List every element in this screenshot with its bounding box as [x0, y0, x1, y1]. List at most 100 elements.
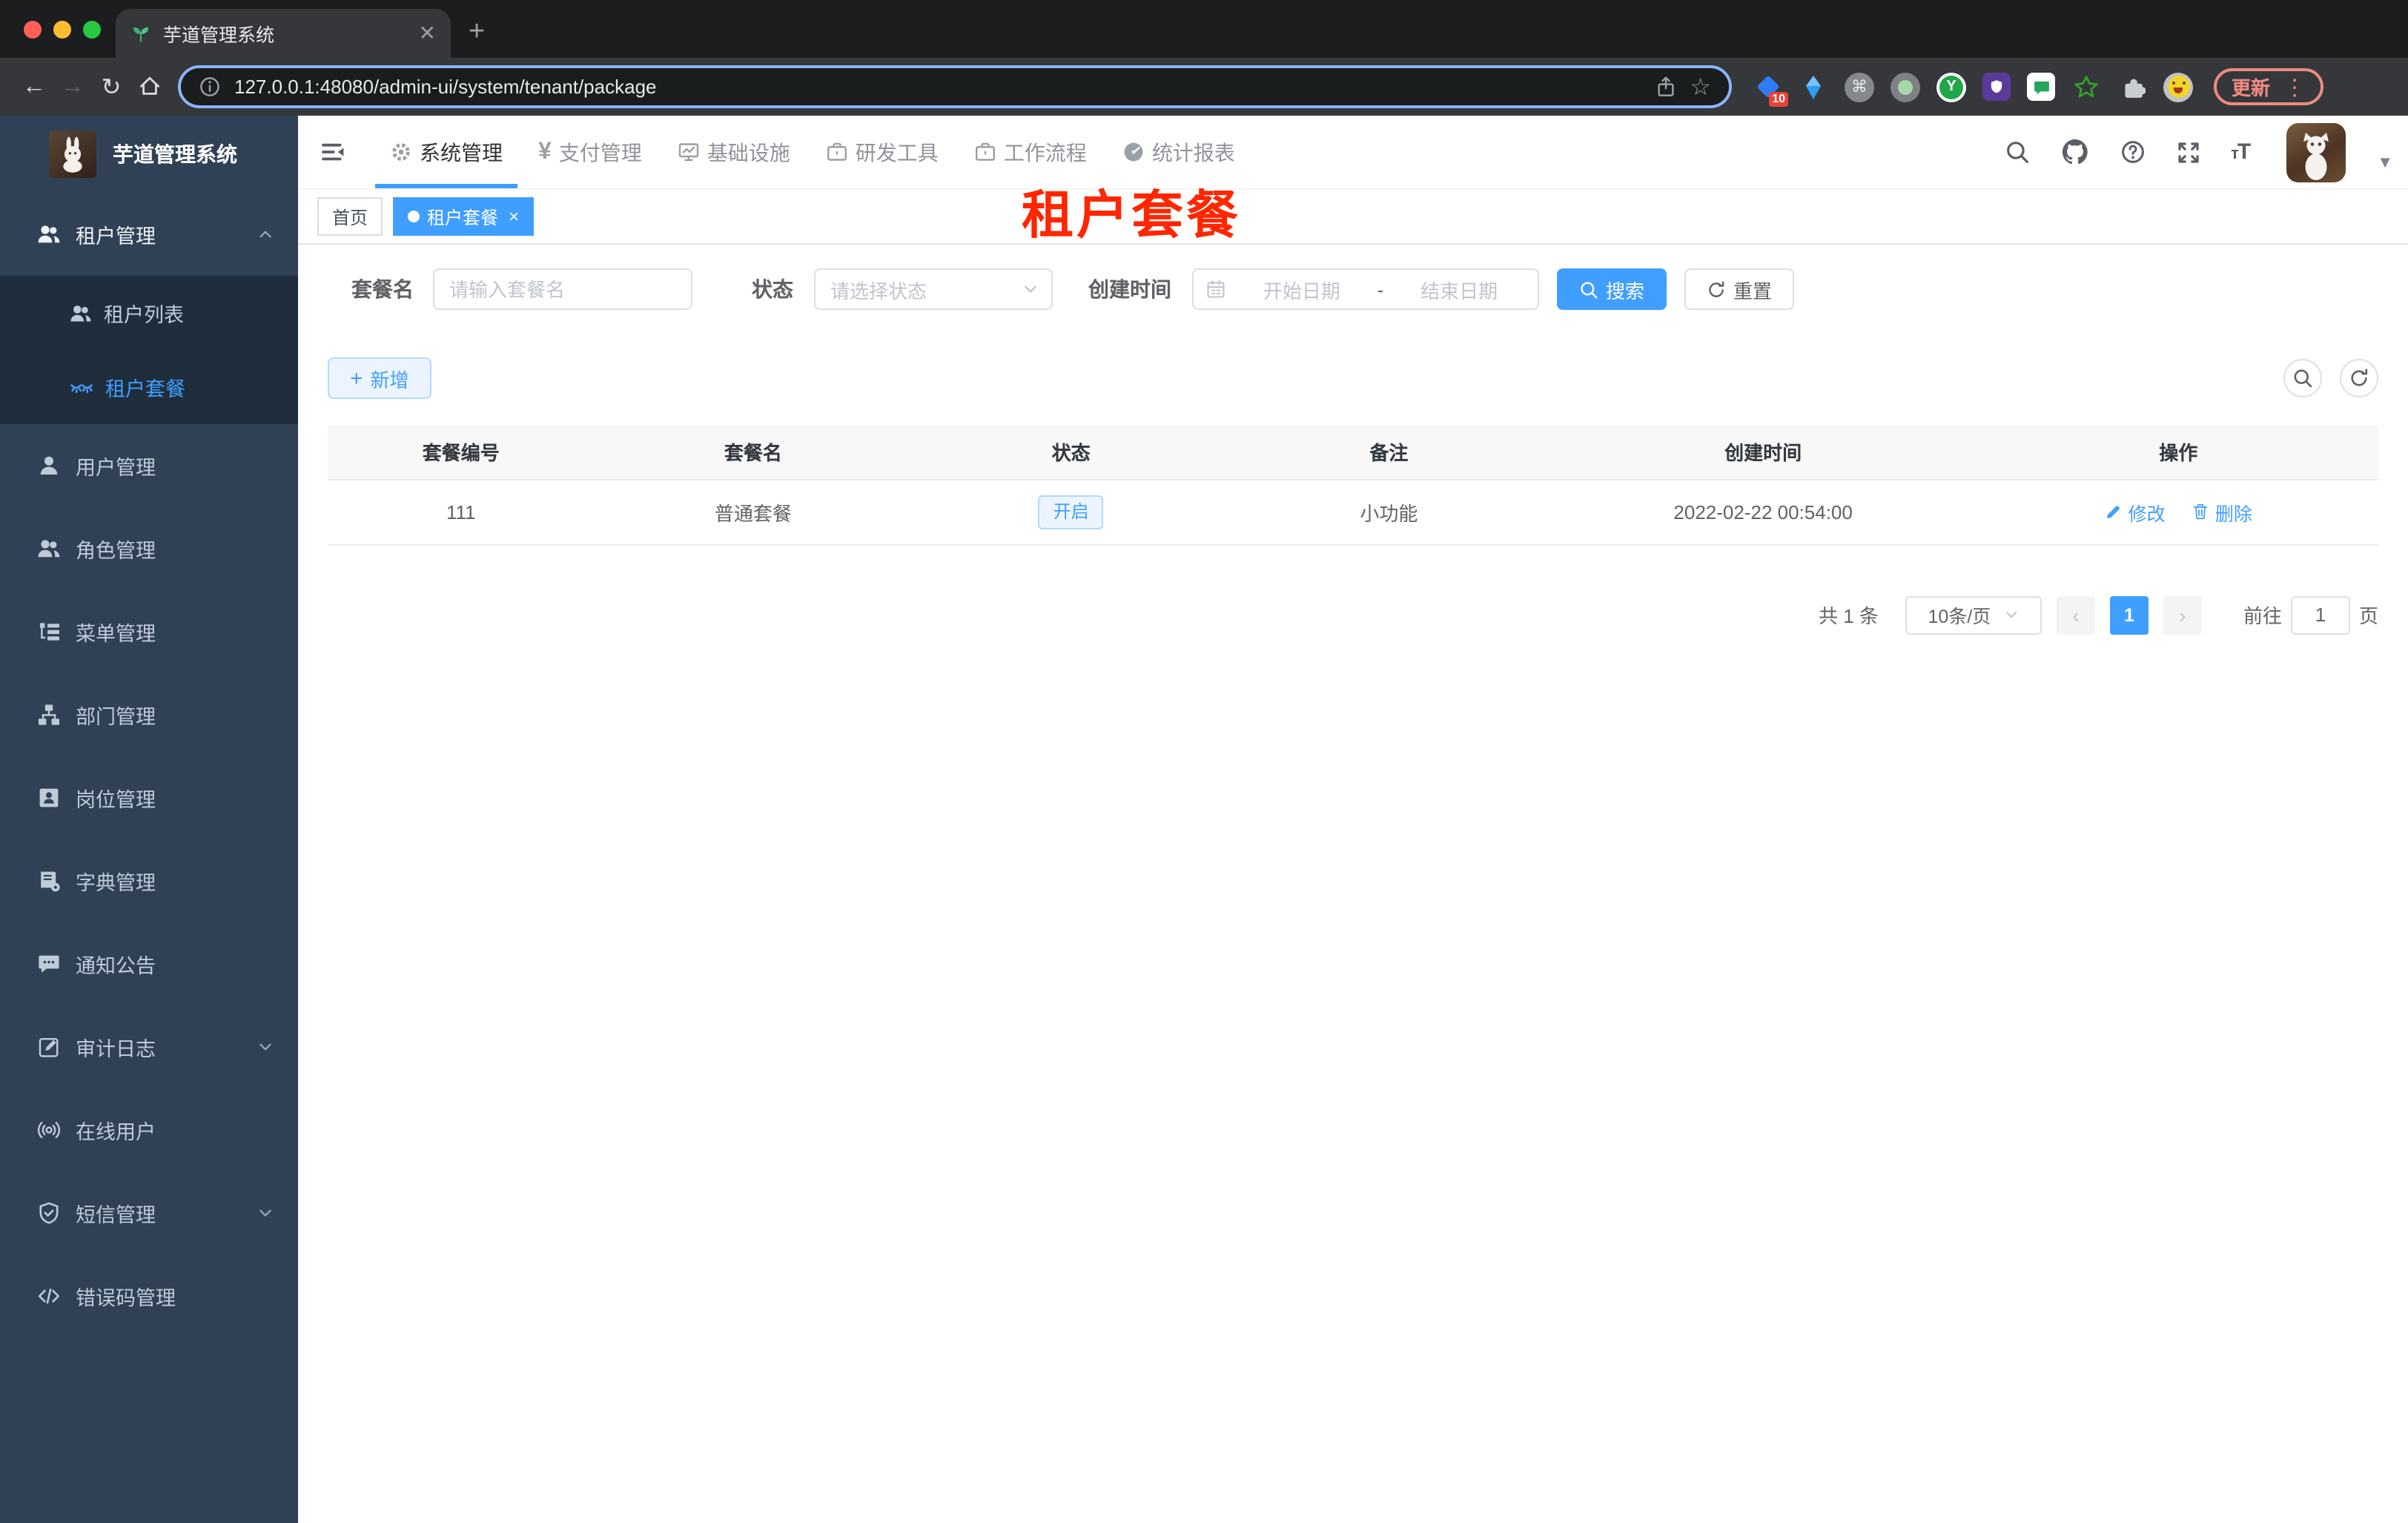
puzzle-extensions-icon[interactable] — [2117, 72, 2147, 102]
new-tab-button[interactable]: + — [469, 12, 485, 53]
sidebar-collapse-icon[interactable] — [298, 139, 360, 165]
filter-form: 套餐名 状态 请选择状态 创建时间 开始日期 - 结束日期 — [328, 268, 2378, 310]
window-controls[interactable] — [24, 21, 101, 39]
chevron-down-icon — [1022, 280, 1039, 298]
share-icon[interactable] — [1654, 76, 1676, 98]
top-nav-payment[interactable]: ¥ 支付管理 — [520, 116, 660, 188]
url-text[interactable]: 127.0.0.1:48080/admin-ui/system/tenant/p… — [234, 76, 1641, 98]
plus-icon: + — [350, 366, 363, 391]
window-close-button[interactable] — [24, 21, 42, 39]
add-button[interactable]: + 新增 — [328, 357, 431, 399]
top-nav-system[interactable]: 系统管理 — [372, 116, 520, 188]
sidebar-item-audit-log[interactable]: 审计日志 — [0, 1005, 298, 1088]
sidebar-item-error-code[interactable]: 错误码管理 — [0, 1255, 298, 1338]
emoji-avatar-icon[interactable] — [2163, 72, 2193, 102]
browser-tabstrip: 芋道管理系统 ✕ + — [0, 0, 2408, 58]
bookmark-star-icon[interactable]: ☆ — [1690, 72, 1711, 102]
kite-extension-icon[interactable] — [1799, 72, 1828, 102]
status-badge[interactable]: 开启 — [1038, 495, 1104, 529]
sidebar-logo[interactable]: 芋道管理系统 — [0, 116, 298, 193]
site-info-icon[interactable] — [199, 76, 221, 98]
page-size-select[interactable]: 10条/页 — [1905, 595, 2042, 634]
reload-icon[interactable]: ↻ — [92, 72, 130, 102]
sidebar-submenu: 租户列表 租户套餐 — [0, 276, 298, 424]
date-range-picker[interactable]: 开始日期 - 结束日期 — [1192, 268, 1539, 310]
add-label: 新增 — [370, 369, 409, 391]
sidebar-item-user-management[interactable]: 用户管理 — [0, 424, 298, 507]
command-extension-icon[interactable]: ⌘ — [1845, 72, 1874, 102]
forward-icon[interactable]: → — [53, 73, 92, 100]
goto-page-input[interactable] — [2290, 595, 2350, 634]
refresh-icon — [2349, 368, 2369, 389]
tag-home[interactable]: 首页 — [317, 197, 383, 236]
y-extension-icon[interactable]: Y — [1936, 72, 1966, 102]
status-select[interactable]: 请选择状态 — [814, 268, 1053, 310]
sidebar-item-sms-management[interactable]: 短信管理 — [0, 1172, 298, 1255]
diamond-extension-icon[interactable]: 10 — [1753, 72, 1788, 106]
package-table: 套餐编号 套餐名 状态 备注 创建时间 操作 111 普通套餐 开启 小功能 2… — [328, 426, 2378, 545]
shield-extension-icon[interactable] — [1982, 73, 2011, 101]
window-minimize-button[interactable] — [53, 21, 71, 39]
app-title: 芋道管理系统 — [113, 142, 237, 166]
chat-extension-icon[interactable] — [2027, 73, 2055, 101]
sidebar-item-dept-management[interactable]: 部门管理 — [0, 673, 298, 756]
top-nav-label: 基础设施 — [707, 140, 790, 164]
browser-toolbar: ← → ↻ 127.0.0.1:48080/admin-ui/system/te… — [0, 58, 2408, 116]
browser-update-button[interactable]: 更新 ⋮ — [2214, 68, 2324, 105]
top-nav-report[interactable]: 统计报表 — [1105, 116, 1253, 188]
edit-button[interactable]: 修改 — [2105, 498, 2166, 526]
font-size-icon[interactable]: тT — [2231, 139, 2251, 165]
refresh-table-button[interactable] — [2340, 359, 2378, 397]
caret-down-icon[interactable]: ▼ — [2377, 153, 2393, 171]
sidebar-item-tenant-management[interactable]: 租户管理 — [0, 193, 298, 276]
browser-chrome: 芋道管理系统 ✕ + ← → ↻ 127.0.0.1:48080/admin-u… — [0, 0, 2408, 116]
sidebar-item-menu-management[interactable]: 菜单管理 — [0, 590, 298, 673]
toggle-search-button[interactable] — [2283, 359, 2322, 397]
sidebar-item-role-management[interactable]: 角色管理 — [0, 507, 298, 590]
next-page-button[interactable]: › — [2163, 595, 2202, 634]
tab-close-icon[interactable]: ✕ — [419, 21, 436, 46]
top-nav-dev-tools[interactable]: 研发工具 — [808, 116, 956, 188]
cell-package-name: 普通套餐 — [594, 479, 913, 545]
chevron-down-icon — [257, 1038, 274, 1056]
sidebar-item-tenant-list[interactable]: 租户列表 — [0, 276, 298, 350]
browser-tab-title: 芋道管理系统 — [163, 25, 275, 46]
home-icon[interactable] — [130, 73, 169, 100]
delete-button[interactable]: 删除 — [2192, 498, 2252, 526]
reset-button[interactable]: 重置 — [1684, 268, 1795, 310]
top-nav-workflow[interactable]: 工作流程 — [956, 116, 1105, 188]
sidebar-item-online-users[interactable]: 在线用户 — [0, 1088, 298, 1172]
sidebar-item-tenant-package[interactable]: 租户套餐 — [0, 350, 298, 424]
top-nav: 系统管理 ¥ 支付管理 基础设施 研发工具 工作流程 统计报表 — [372, 116, 1253, 188]
page-1-button[interactable]: 1 — [2109, 595, 2149, 634]
record-extension-icon[interactable] — [1891, 72, 1920, 102]
window-zoom-button[interactable] — [83, 21, 101, 39]
tag-close-icon[interactable]: × — [509, 206, 519, 227]
tag-tenant-package[interactable]: 租户套餐 × — [393, 197, 535, 236]
sidebar: 芋道管理系统 租户管理 租户列表 租户套餐 用户管理 角色管理 菜单管理 部门管… — [0, 116, 298, 1523]
message-icon — [37, 952, 61, 976]
star-extension-icon[interactable] — [2071, 72, 2101, 102]
fullscreen-icon[interactable] — [2176, 140, 2200, 164]
prev-page-button[interactable]: ‹ — [2056, 595, 2095, 634]
back-icon[interactable]: ← — [15, 73, 53, 100]
chevron-down-icon — [2002, 607, 2019, 623]
url-bar[interactable]: 127.0.0.1:48080/admin-ui/system/tenant/p… — [178, 65, 1732, 108]
kebab-menu-icon[interactable]: ⋮ — [2283, 73, 2306, 100]
menu-tree-icon — [37, 620, 61, 644]
header-actions: 操作 — [1978, 426, 2378, 480]
broadcast-icon — [37, 1118, 61, 1142]
sidebar-item-dict-management[interactable]: 字典管理 — [0, 839, 298, 922]
sidebar-item-notice[interactable]: 通知公告 — [0, 922, 298, 1005]
search-icon[interactable] — [2004, 139, 2029, 165]
sidebar-item-post-management[interactable]: 岗位管理 — [0, 756, 298, 839]
yen-icon: ¥ — [538, 139, 552, 164]
top-nav-infra[interactable]: 基础设施 — [660, 116, 808, 188]
package-name-input[interactable] — [433, 268, 692, 310]
avatar[interactable] — [2286, 122, 2346, 182]
question-icon[interactable] — [2120, 139, 2145, 165]
search-button[interactable]: 搜索 — [1557, 268, 1667, 310]
browser-tab[interactable]: 芋道管理系统 ✕ — [116, 9, 451, 58]
github-icon[interactable] — [2060, 138, 2088, 166]
sidebar-item-label: 菜单管理 — [76, 623, 156, 645]
